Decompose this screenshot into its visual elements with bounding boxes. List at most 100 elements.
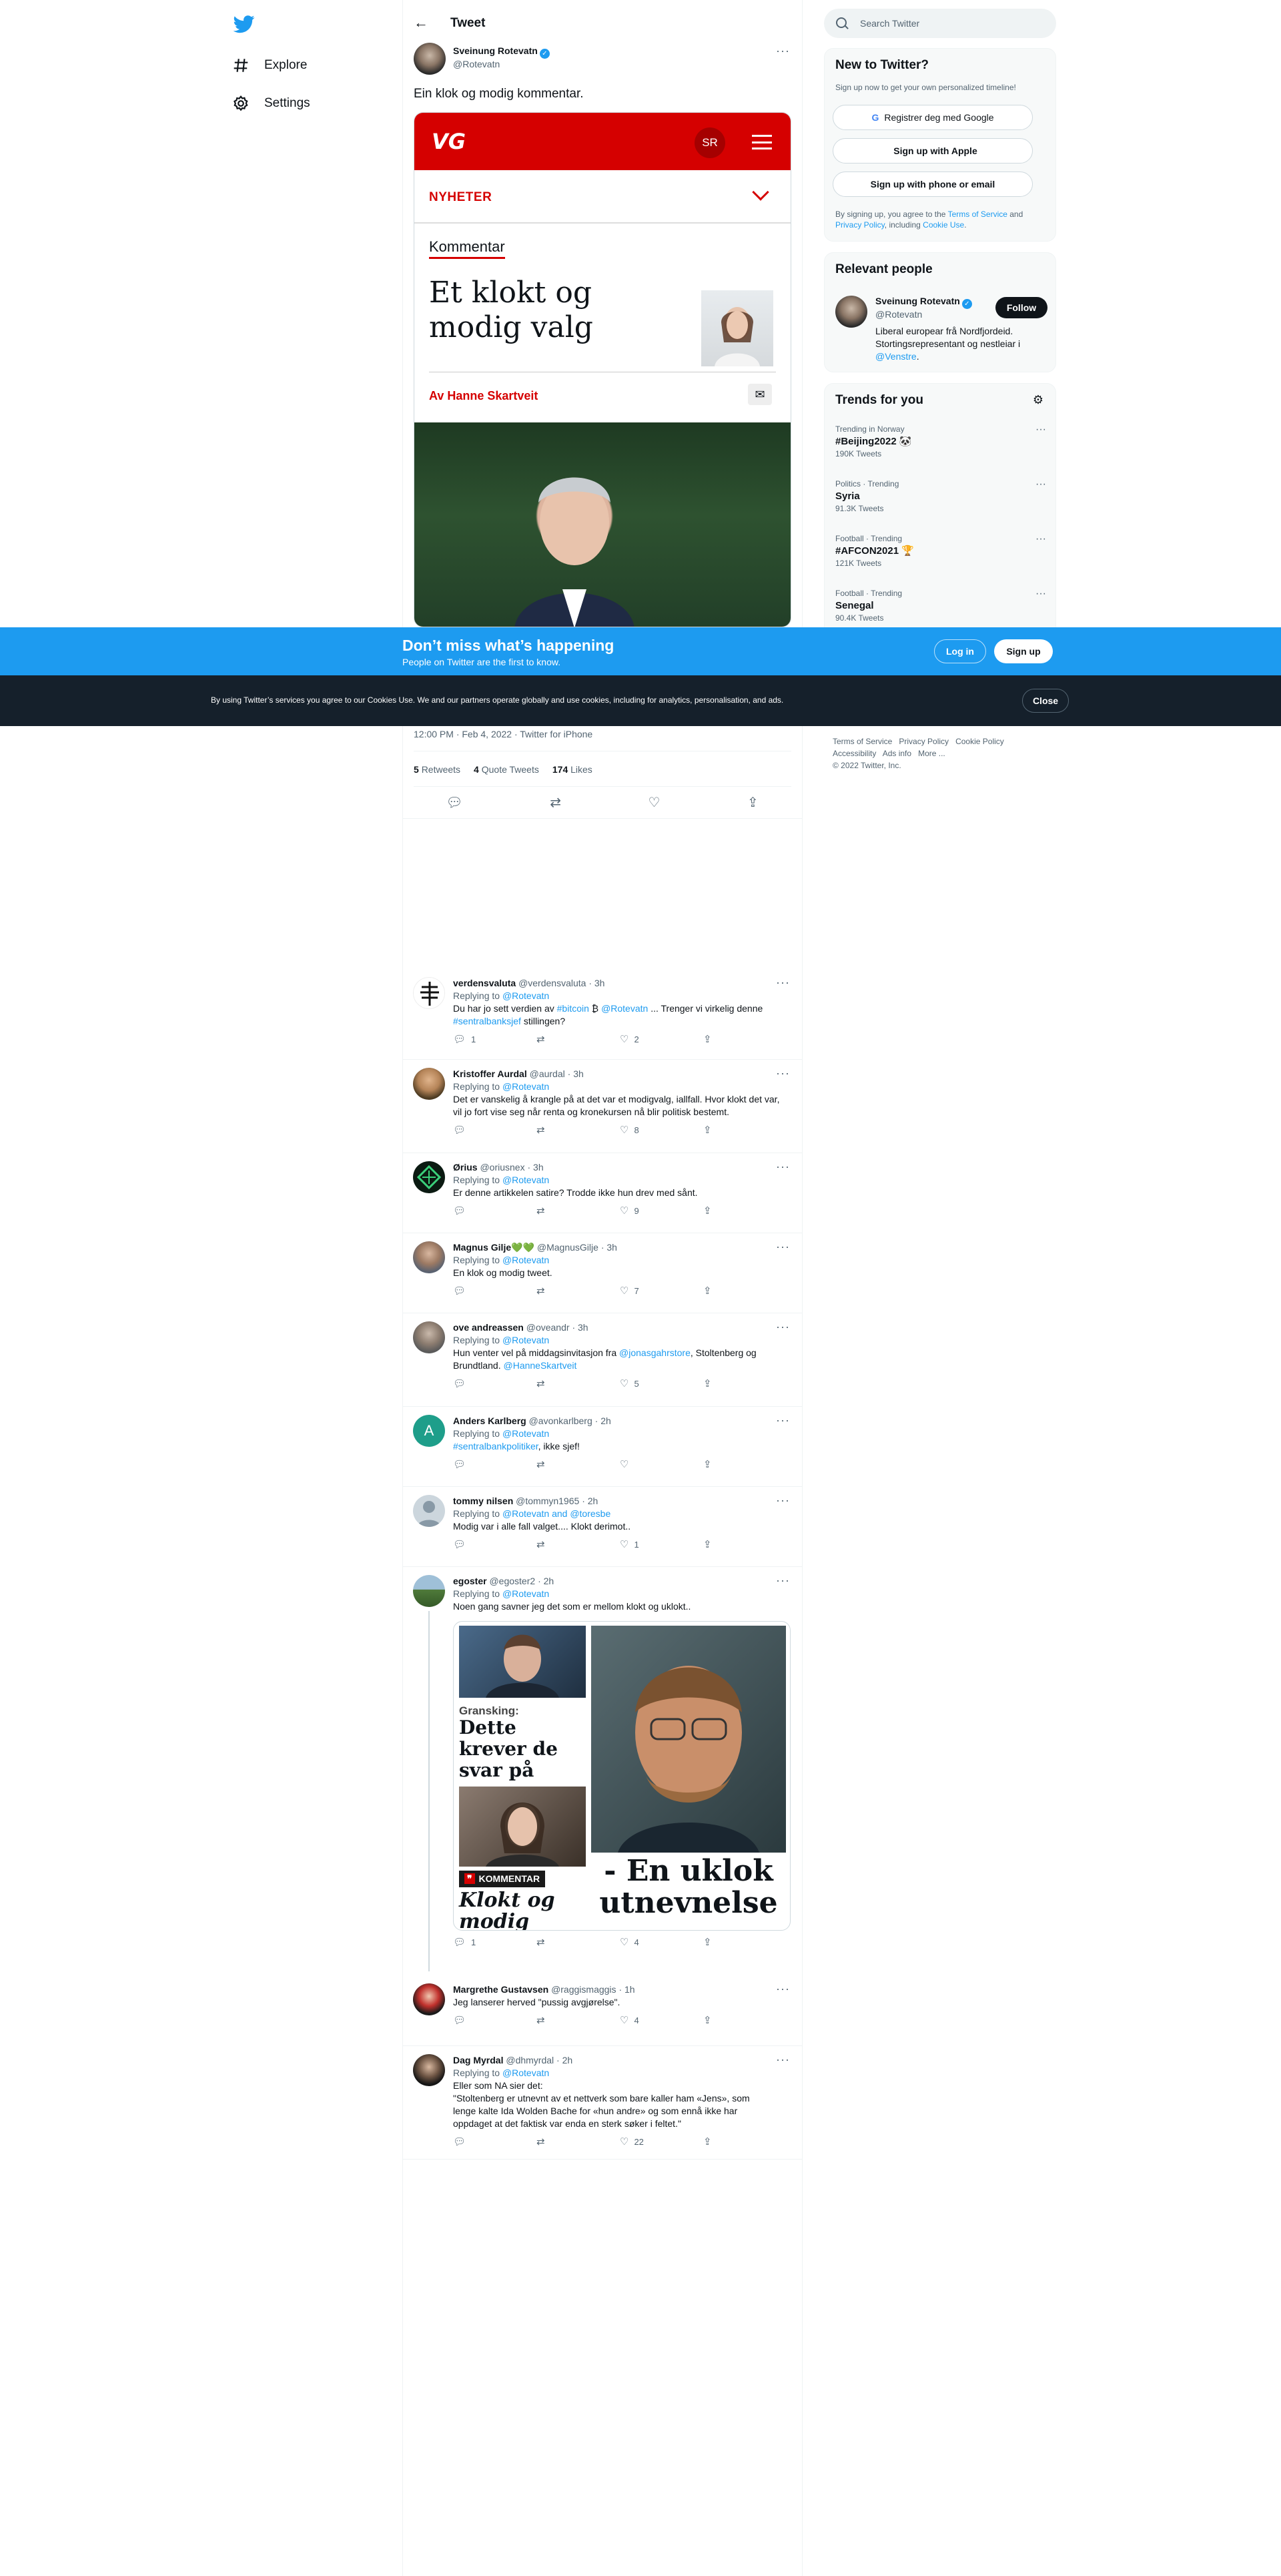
replying-to-link[interactable]: @Rotevatn and @toresbe xyxy=(502,1508,610,1519)
footer-link[interactable]: Privacy Policy xyxy=(899,737,949,746)
retweet-button[interactable]: ⇄ xyxy=(536,1377,620,1390)
retweet-icon[interactable]: ⇄ xyxy=(550,794,561,811)
reply-tweet[interactable]: ··· verdensvaluta @verdensvaluta · 3h Re… xyxy=(402,969,802,1060)
share-button[interactable]: ⇪ xyxy=(703,1538,787,1551)
reply-time[interactable]: · 2h xyxy=(582,1496,598,1506)
share-button[interactable]: ⇪ xyxy=(703,1458,787,1471)
replying-to-link[interactable]: @Rotevatn xyxy=(502,1428,549,1439)
like-button[interactable]: ♡ 2 xyxy=(620,1033,703,1046)
back-arrow-icon[interactable]: ← xyxy=(414,15,430,31)
google-signup-button[interactable]: G Registrer deg med Google xyxy=(833,105,1033,130)
author-avatar[interactable] xyxy=(414,43,446,75)
reply-tweet[interactable]: ··· egoster @egoster2 · 2h Replying to @… xyxy=(402,1567,802,1975)
gear-icon[interactable]: ⚙ xyxy=(1033,393,1043,407)
privacy-link[interactable]: Privacy Policy xyxy=(835,220,885,230)
nav-settings[interactable]: Settings xyxy=(232,90,310,117)
reply-avatar[interactable] xyxy=(413,1068,445,1100)
reply-name[interactable]: ove andreassen xyxy=(453,1322,524,1333)
retweet-button[interactable]: ⇄ xyxy=(536,1033,620,1046)
share-button[interactable]: ⇪ xyxy=(703,1936,787,1949)
reply-avatar[interactable]: A xyxy=(413,1415,445,1447)
trend-item[interactable]: Trending in Norway #Beijing2022 🐼 190K Twe… xyxy=(835,424,1046,460)
reply-handle[interactable]: @oveandr xyxy=(526,1322,570,1333)
like-button[interactable]: ♡ 4 xyxy=(620,2014,703,2027)
replying-to-link[interactable]: @Rotevatn xyxy=(502,1255,549,1265)
retweet-button[interactable]: ⇄ xyxy=(536,1124,620,1137)
retweet-button[interactable]: ⇄ xyxy=(536,1205,620,1217)
reply-avatar[interactable] xyxy=(413,1161,445,1193)
relevant-handle[interactable]: @Rotevatn xyxy=(875,309,922,320)
like-button[interactable]: ♡ 5 xyxy=(620,1377,703,1390)
more-options-icon[interactable]: ··· xyxy=(1035,424,1046,435)
footer-link[interactable]: More ... xyxy=(918,749,945,758)
reply-time[interactable]: · 3h xyxy=(588,978,604,988)
replying-to-link[interactable]: @Rotevatn xyxy=(502,2067,549,2078)
retweet-button[interactable]: ⇄ xyxy=(536,2136,620,2148)
retweet-button[interactable]: ⇄ xyxy=(536,2014,620,2027)
reply-handle[interactable]: @dhmyrdal xyxy=(506,2055,554,2065)
apple-signup-button[interactable]: Sign up with Apple xyxy=(833,138,1033,164)
nav-explore[interactable]: Explore xyxy=(232,52,307,79)
reply-tweet[interactable]: A ··· Anders Karlberg @avonkarlberg · 2h… xyxy=(402,1407,802,1487)
replying-to-link[interactable]: @Rotevatn xyxy=(502,1588,549,1599)
reply-handle[interactable]: @oriusnex xyxy=(480,1162,524,1173)
reply-avatar[interactable] xyxy=(413,1241,445,1273)
replying-to-link[interactable]: @Rotevatn xyxy=(502,1081,549,1092)
reply-time[interactable]: · 2h xyxy=(595,1415,611,1426)
footer-link[interactable]: Terms of Service xyxy=(833,737,892,746)
replying-to-link[interactable]: @Rotevatn xyxy=(502,1335,549,1345)
reply-time[interactable]: · 2h xyxy=(556,2055,572,2065)
reply-tweet[interactable]: ··· Kristoffer Aurdal @aurdal · 3h Reply… xyxy=(402,1060,802,1153)
trend-item[interactable]: Football · Trending #AFCON2021 🏆 121K Twee… xyxy=(835,533,1046,569)
reply-name[interactable]: Magnus Gilje💚💚 xyxy=(453,1242,534,1253)
reply-icon[interactable]: 💬︎ xyxy=(446,794,462,811)
reply-name[interactable]: egoster xyxy=(453,1576,487,1586)
reply-button[interactable]: 💬︎ xyxy=(453,2014,536,2027)
share-button[interactable]: ⇪ xyxy=(703,1205,787,1217)
relevant-avatar[interactable] xyxy=(835,296,867,328)
replying-to-link[interactable]: @Rotevatn xyxy=(502,1175,549,1185)
reply-button[interactable]: 💬︎ 1 xyxy=(453,1033,536,1046)
like-button[interactable]: ♡ 1 xyxy=(620,1538,703,1551)
more-options-icon[interactable]: ··· xyxy=(776,44,790,58)
reply-handle[interactable]: @raggismaggis xyxy=(551,1984,616,1995)
reply-tweet[interactable]: ··· Magnus Gilje💚💚 @MagnusGilje · 3h Rep… xyxy=(402,1233,802,1313)
reply-time[interactable]: · 3h xyxy=(572,1322,588,1333)
footer-link[interactable]: Cookie Policy xyxy=(955,737,1004,746)
reply-handle[interactable]: @tommyn1965 xyxy=(516,1496,579,1506)
reply-button[interactable]: 💬︎ xyxy=(453,1285,536,1297)
author-name[interactable]: Sveinung Rotevatn xyxy=(453,45,538,56)
retweet-button[interactable]: ⇄ xyxy=(536,1538,620,1551)
likes-stat[interactable]: 174 Likes xyxy=(552,764,592,775)
like-button[interactable]: ♡ 22 xyxy=(620,2136,703,2148)
reply-button[interactable]: 💬︎ xyxy=(453,1205,536,1217)
reply-avatar[interactable] xyxy=(413,977,445,1009)
retweets-stat[interactable]: 5 Retweets xyxy=(414,764,460,775)
trend-item[interactable]: Politics · Trending Syria 91.3K Tweets ··· xyxy=(835,478,1046,515)
footer-link[interactable]: Ads info xyxy=(883,749,911,758)
reply-button[interactable]: 💬︎ 1 xyxy=(453,1936,536,1949)
reply-button[interactable]: 💬︎ xyxy=(453,1377,536,1390)
like-icon[interactable]: ♡ xyxy=(648,794,660,811)
reply-tweet[interactable]: ··· Margrethe Gustavsen @raggismaggis · … xyxy=(402,1975,802,2046)
like-button[interactable]: ♡ 8 xyxy=(620,1124,703,1137)
cookie-close-button[interactable]: Close xyxy=(1022,689,1069,713)
reply-button[interactable]: 💬︎ xyxy=(453,1538,536,1551)
reply-name[interactable]: Dag Myrdal xyxy=(453,2055,503,2065)
login-button[interactable]: Log in xyxy=(934,639,986,663)
reply-avatar[interactable] xyxy=(413,1321,445,1353)
share-button[interactable]: ⇪ xyxy=(703,2136,787,2148)
follow-button[interactable]: Follow xyxy=(995,297,1047,318)
retweet-button[interactable]: ⇄ xyxy=(536,1285,620,1297)
reply-avatar[interactable] xyxy=(413,2054,445,2086)
reply-name[interactable]: tommy nilsen xyxy=(453,1496,513,1506)
share-button[interactable]: ⇪ xyxy=(703,1033,787,1046)
reply-button[interactable]: 💬︎ xyxy=(453,1124,536,1137)
reply-time[interactable]: · 2h xyxy=(538,1576,554,1586)
reply-handle[interactable]: @MagnusGilje xyxy=(537,1242,598,1253)
mention-link[interactable]: @HanneSkartveit xyxy=(504,1360,577,1371)
reply-name[interactable]: Kristoffer Aurdal xyxy=(453,1068,527,1079)
mention-link[interactable]: @Venstre xyxy=(875,351,917,362)
reply-time[interactable]: · 3h xyxy=(601,1242,617,1253)
hashtag-link[interactable]: #sentralbanksjef xyxy=(453,1016,521,1026)
